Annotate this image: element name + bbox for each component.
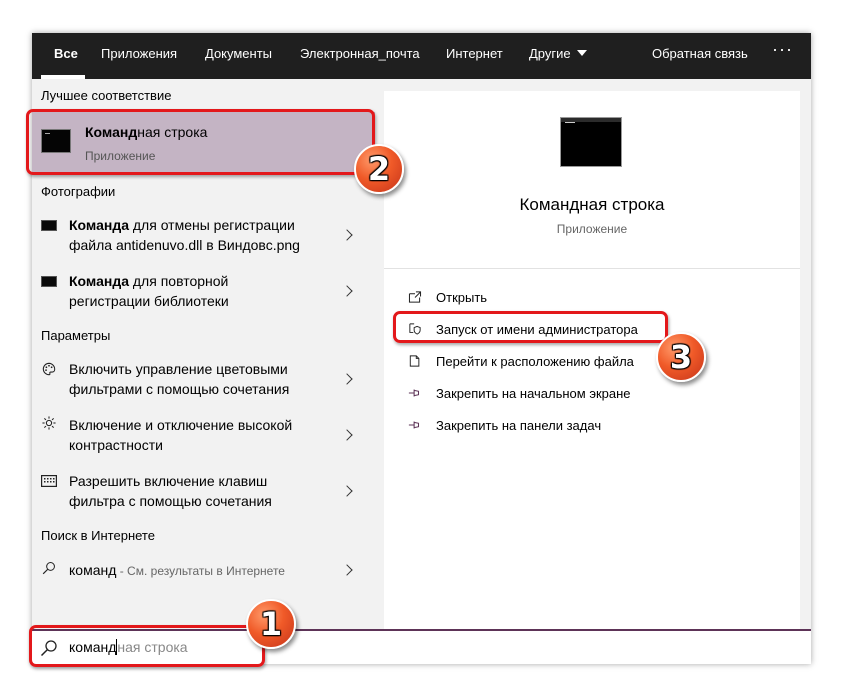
step-badge-1: 1 [246,599,296,649]
photo-result-2-text: Команда для повторной регистрации библио… [69,271,329,311]
more-options-icon[interactable]: ··· [772,39,793,60]
section-settings-heading: Параметры [41,328,111,343]
section-best-match-heading: Лучшее соответствие [41,88,172,103]
open-icon [408,291,422,303]
pin-icon [408,421,420,429]
image-file-icon [41,276,57,287]
preview-panel: Командная строка Приложение Открыть Запу… [384,91,800,633]
photo-result-1-bold: Команда [69,217,129,233]
command-prompt-large-icon [560,117,622,167]
brightness-icon [42,416,56,430]
web-search-hint: - См. результаты в Интернете [116,564,285,578]
action-pin-to-taskbar[interactable]: Закрепить на панели задач [408,418,748,436]
settings-result-3-line1: Разрешить включение клавиш [69,473,268,489]
settings-result-1-text: Включить управление цветовыми фильтрами … [69,359,329,399]
annotation-frame-run-as-admin [393,311,668,343]
chevron-right-icon[interactable] [341,285,353,297]
settings-result-1-line1: Включить управление цветовыми [69,361,288,377]
tab-documents[interactable]: Документы [205,46,272,61]
settings-result-3-line2: фильтра с помощью сочетания [69,493,272,509]
settings-result-3-text: Разрешить включение клавиш фильтра с пом… [69,471,329,511]
tab-apps[interactable]: Приложения [101,46,177,61]
chevron-right-icon[interactable] [341,229,353,241]
action-pin-to-start[interactable]: Закрепить на начальном экране [408,386,748,404]
annotation-frame-best-match [26,109,375,175]
settings-result-1-line2: фильтрами с помощью сочетания [69,381,290,397]
tab-all[interactable]: Все [54,46,78,61]
web-search-query: команд [69,562,117,578]
photo-result-2[interactable]: Команда для повторной регистрации библио… [32,269,375,319]
pin-icon [408,389,420,397]
photo-result-2-bold: Команда [69,273,129,289]
settings-result-2-text: Включение и отключение высокой контрастн… [69,415,329,455]
tab-more-filters[interactable]: Другие [529,46,587,61]
section-photos-heading: Фотографии [41,184,116,199]
settings-result-2[interactable]: Включение и отключение высокой контрастн… [32,413,375,463]
photo-result-1-line1: для отмены регистрации [129,217,295,233]
file-location-icon [409,355,420,367]
annotation-frame-search-box [29,625,265,667]
web-search-result[interactable]: команд - См. результаты в Интернете [32,551,375,591]
action-open[interactable]: Открыть [408,290,748,308]
active-tab-indicator [41,75,85,79]
preview-subtitle: Приложение [556,222,628,236]
tab-email[interactable]: Электронная_почта [300,46,420,61]
photo-result-1-text: Команда для отмены регистрации файла ant… [69,215,329,255]
step-badge-3: 3 [656,332,706,382]
preview-title: Командная строка [519,195,665,214]
action-open-file-location-label: Перейти к расположению файла [436,354,634,369]
web-search-text: команд - См. результаты в Интернете [69,560,349,581]
image-file-icon [41,220,57,231]
action-pin-to-start-label: Закрепить на начальном экране [436,386,631,401]
section-web-heading: Поиск в Интернете [41,528,155,543]
keyboard-icon [41,475,57,488]
photo-result-1[interactable]: Команда для отмены регистрации файла ant… [32,213,375,263]
filter-tabs-bar: Все Приложения Документы Электронная_поч… [32,33,811,79]
step-badge-2: 2 [354,144,404,194]
settings-result-2-line2: контрастности [69,437,163,453]
settings-result-1[interactable]: Включить управление цветовыми фильтрами … [32,357,375,407]
chevron-right-icon[interactable] [341,373,353,385]
caret-down-icon [576,50,587,56]
settings-result-3[interactable]: Разрешить включение клавиш фильтра с пом… [32,469,375,519]
tab-more-filters-label: Другие [529,46,571,61]
preview-divider [384,268,800,269]
search-icon [42,562,55,575]
chevron-right-icon[interactable] [341,429,353,441]
feedback-link[interactable]: Обратная связь [652,46,748,61]
tab-internet[interactable]: Интернет [446,46,503,61]
photo-result-2-line2: регистрации библиотеки [69,293,229,309]
palette-icon [42,362,56,376]
photo-result-1-line2: файла antidenuvo.dll в Виндовс.png [69,237,300,253]
settings-result-2-line1: Включение и отключение высокой [69,417,293,433]
action-open-label: Открыть [436,290,488,305]
chevron-right-icon[interactable] [341,485,353,497]
action-pin-to-taskbar-label: Закрепить на панели задач [436,418,602,433]
photo-result-2-line1: для повторной [129,273,229,289]
